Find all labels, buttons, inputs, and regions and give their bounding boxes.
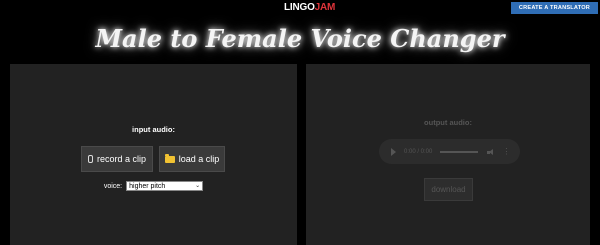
folder-icon [164,153,175,163]
output-audio-label: output audio: [424,118,472,127]
load-clip-button[interactable]: load a clip [159,146,225,172]
voice-row: voice: higher pitch ⌄ [10,181,297,191]
voice-select[interactable]: higher pitch ⌄ [126,181,204,191]
volume-icon[interactable] [487,148,494,155]
player-time: 0:00 / 0:00 [404,148,433,155]
audio-player[interactable]: 0:00 / 0:00 ⋮ [379,139,520,164]
seek-bar[interactable] [440,150,479,153]
record-clip-button[interactable]: record a clip [81,146,153,172]
voice-select-value: higher pitch [129,183,166,190]
play-icon[interactable] [391,147,396,156]
input-audio-label: input audio: [132,125,175,134]
lingojam-logo[interactable]: LINGOJAM [284,2,335,14]
record-clip-label: record a clip [96,154,147,164]
input-panel: input audio: record a clip load a clip v… [10,64,297,245]
chevron-down-icon: ⌄ [195,183,201,189]
top-bar: LINGOJAM CREATE A TRANSLATOR [0,0,600,16]
microphone-icon [87,155,93,163]
logo-text-lingo: LINGO [284,2,315,13]
page-title: Male to Female Voice Changer [95,24,505,53]
more-options-icon[interactable]: ⋮ [502,147,510,156]
logo-text-jam: JAM [314,2,336,13]
load-clip-label: load a clip [178,154,220,164]
output-panel: output audio: 0:00 / 0:00 ⋮ download [306,64,590,245]
download-button[interactable]: download [424,178,473,201]
create-translator-button[interactable]: CREATE A TRANSLATOR [511,2,598,14]
voice-label: voice: [103,182,123,190]
